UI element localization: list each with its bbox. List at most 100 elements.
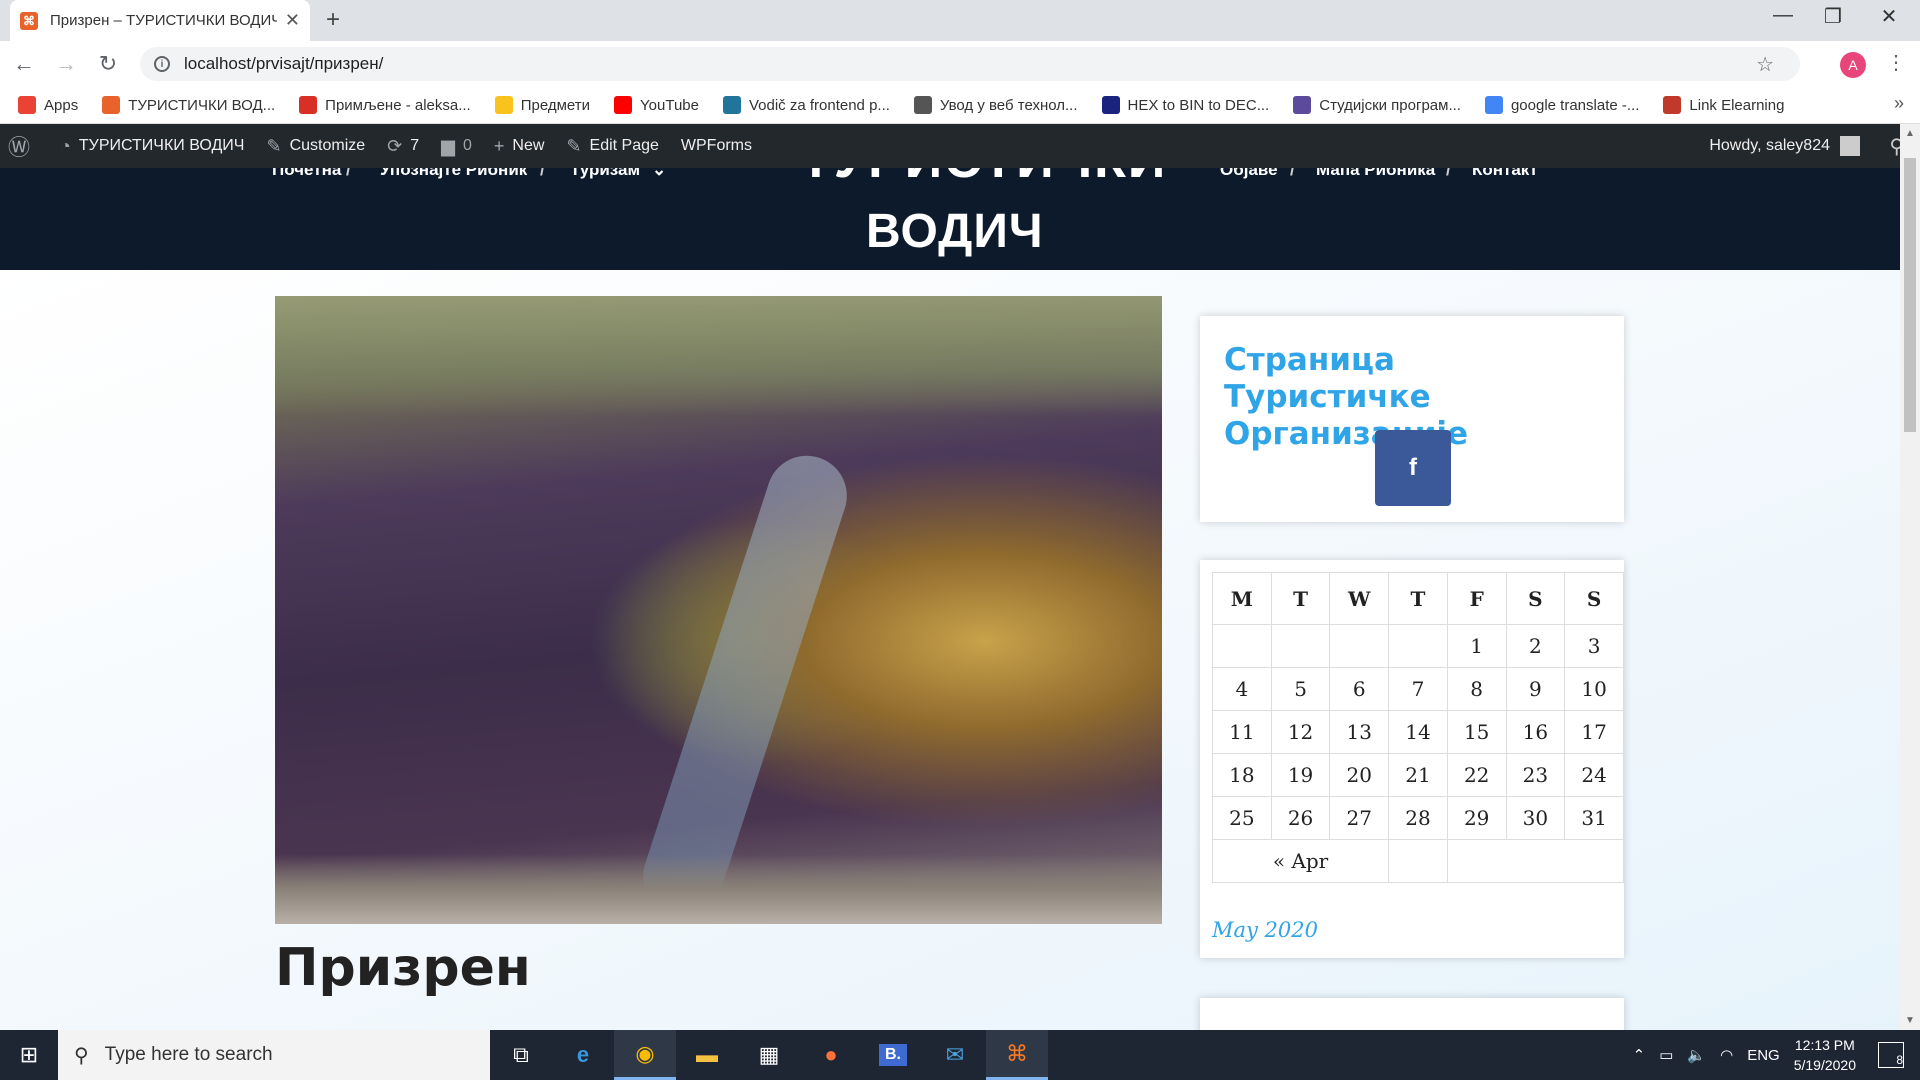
bootstrap-studio-icon[interactable]: B.: [862, 1030, 924, 1080]
xampp-icon[interactable]: ⌘: [986, 1030, 1048, 1080]
wpforms-label: WPForms: [680, 137, 753, 154]
nav-ribnik[interactable]: Упознајте Рибник: [380, 168, 527, 180]
address-bar[interactable]: i localhost/prvisajt/призрен/ ☆: [140, 47, 1800, 81]
calendar-day: 15: [1446, 710, 1507, 754]
minimize-button[interactable]: —: [1760, 4, 1806, 27]
bookmark-item[interactable]: Vodič za frontend p...: [722, 96, 890, 114]
language-indicator[interactable]: ENG: [1747, 1047, 1780, 1064]
nav-tourism[interactable]: Туризам: [570, 168, 640, 180]
firefox-icon[interactable]: ●: [800, 1030, 862, 1080]
nav-home[interactable]: Почетна: [272, 168, 341, 180]
close-window-button[interactable]: ✕: [1866, 4, 1912, 29]
file-explorer-icon[interactable]: ▬: [676, 1030, 738, 1080]
bookmark-label: YouTube: [640, 96, 699, 114]
calendar-day: 26: [1270, 796, 1331, 840]
windows-start-icon[interactable]: ⊞: [0, 1030, 58, 1080]
chrome-icon[interactable]: ◉: [614, 1030, 676, 1080]
task-view-icon[interactable]: ⧉: [490, 1030, 552, 1080]
chrome-menu-icon[interactable]: ⋮: [1886, 50, 1906, 75]
calendar-day: [1388, 624, 1448, 668]
calendar-day: 21: [1388, 753, 1448, 797]
nav-posts[interactable]: Објаве: [1220, 168, 1278, 180]
new-content-link[interactable]: + New: [494, 136, 545, 157]
calendar-prev-link[interactable]: « Apr: [1211, 839, 1390, 883]
site-title-line1[interactable]: ТУРИСТИЧКИ: [800, 168, 1167, 190]
edit-page-link[interactable]: ✎ Edit Page: [566, 136, 658, 157]
notifications-icon[interactable]: 8: [1878, 1042, 1904, 1068]
calendar-widget: MTWTFSS 1 2 3 4 5 6 7 8 9 10 11 12 13 14 15 16 17 18 19 20 2…: [1200, 560, 1625, 958]
back-button[interactable]: ←: [6, 51, 42, 77]
university-icon: [1293, 96, 1312, 114]
converter-icon: [1101, 96, 1120, 114]
calendar-weekday: S: [1505, 572, 1566, 625]
bookmark-item[interactable]: Предмети: [494, 96, 590, 114]
chevron-down-icon[interactable]: ⌄: [652, 168, 666, 180]
edge-icon[interactable]: e: [552, 1030, 614, 1080]
calendar-weekday: T: [1270, 572, 1331, 625]
clock[interactable]: 12:13 PM 5/19/2020: [1794, 1035, 1856, 1075]
bookmark-item[interactable]: Увод у веб технол...: [913, 96, 1078, 114]
profile-avatar[interactable]: A: [1840, 52, 1866, 78]
restore-button[interactable]: ❐: [1810, 4, 1856, 29]
bookmark-item[interactable]: YouTube: [614, 96, 699, 114]
mail-icon[interactable]: ✉: [924, 1030, 986, 1080]
volume-icon[interactable]: 🔈: [1687, 1046, 1706, 1064]
calendar-day: 7: [1388, 667, 1448, 711]
nav-sep-icon: /: [1446, 168, 1451, 179]
tray-chevron-icon[interactable]: ⌃: [1633, 1046, 1646, 1064]
calendar-next-empty: [1446, 839, 1625, 883]
reload-button[interactable]: ↻: [90, 51, 126, 77]
bookmark-label: HEX to BIN to DEC...: [1127, 96, 1270, 114]
bookmark-item[interactable]: Apps: [18, 96, 78, 114]
customize-link[interactable]: ✎ Customize: [266, 136, 365, 157]
pencil-icon: ✎: [566, 135, 582, 156]
nav-contact[interactable]: Контакт: [1472, 168, 1538, 180]
scroll-thumb[interactable]: [1904, 158, 1916, 432]
battery-icon[interactable]: ▭: [1659, 1046, 1673, 1064]
bookmark-item[interactable]: HEX to BIN to DEC...: [1101, 96, 1270, 114]
scroll-up-icon[interactable]: ▲: [1905, 128, 1915, 139]
bookmark-item[interactable]: ТУРИСТИЧКИ ВОД...: [102, 96, 275, 114]
info-icon[interactable]: i: [154, 56, 170, 72]
calendar-nav-empty: [1388, 839, 1448, 883]
calendar-day: [1270, 624, 1331, 668]
facebook-icon[interactable]: f: [1375, 430, 1451, 506]
calendar-day: 11: [1212, 710, 1272, 754]
bookmark-item[interactable]: google translate -...: [1484, 96, 1640, 114]
bookmarks-bar: Apps ТУРИСТИЧКИ ВОД... Примљене - aleksa..…: [0, 87, 1920, 124]
updates-link[interactable]: ⟳ 7: [387, 136, 419, 157]
xampp-icon: [102, 96, 121, 114]
bookmark-item[interactable]: Студијски програм...: [1293, 96, 1461, 114]
bookmarks-overflow-icon[interactable]: »: [1894, 93, 1904, 114]
nav-sep-icon: /: [1290, 168, 1295, 179]
site-title-line2[interactable]: ВОДИЧ: [866, 204, 1044, 259]
calendar-weekday: W: [1329, 572, 1390, 625]
comments-link[interactable]: ▆ 0: [441, 136, 472, 157]
wpforms-link[interactable]: WPForms: [681, 137, 752, 155]
new-tab-button[interactable]: +: [326, 6, 340, 34]
bookmark-item[interactable]: Примљене - aleksa...: [299, 96, 471, 114]
bookmark-label: Apps: [44, 96, 79, 114]
admin-site-name[interactable]: ◔ ТУРИСТИЧКИ ВОДИЧ: [60, 136, 244, 157]
wordpress-logo-icon[interactable]: Ⓦ: [8, 130, 38, 162]
bookmark-label: google translate -...: [1510, 96, 1640, 114]
calendar-caption: May 2020: [1212, 918, 1319, 942]
comment-icon: ▆: [441, 135, 455, 156]
tab-close-icon[interactable]: ✕: [285, 10, 300, 31]
bookmark-star-icon[interactable]: ☆: [1756, 52, 1774, 77]
howdy-account-menu[interactable]: Howdy, saley824: [1709, 124, 1860, 168]
bookmark-label: Примљене - aleksa...: [325, 96, 471, 114]
store-icon[interactable]: ▦: [738, 1030, 800, 1080]
forward-button[interactable]: →: [48, 51, 84, 77]
nav-map[interactable]: Мапа Рибника: [1316, 168, 1435, 180]
clock-time: 12:13 PM: [1794, 1037, 1855, 1053]
globe-icon: [913, 96, 932, 114]
bookmark-item[interactable]: Link Elearning: [1663, 96, 1784, 114]
calendar-day: 8: [1446, 667, 1507, 711]
wifi-icon[interactable]: ◠: [1720, 1046, 1733, 1064]
calendar-day: 22: [1446, 753, 1507, 797]
taskbar-search[interactable]: ⚲ Type here to search: [58, 1030, 490, 1080]
page-scrollbar[interactable]: ▲ ▼: [1900, 124, 1920, 1030]
browser-tab[interactable]: ⌘ Призрен – ТУРИСТИЧКИ ВОДИЧ ✕: [10, 0, 310, 41]
scroll-down-icon[interactable]: ▼: [1905, 1015, 1915, 1026]
